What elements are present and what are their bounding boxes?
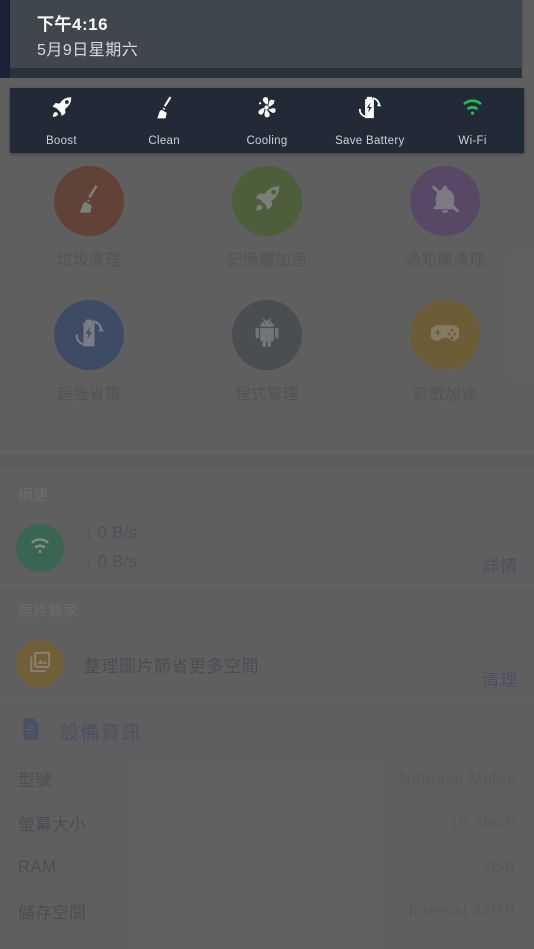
device-info-row: RAM 3GB [18,845,516,889]
device-info-key: 螢幕大小 [18,816,87,834]
feature-icon-circle [232,300,302,370]
document-icon [20,716,60,747]
device-info-value: 3GB [481,857,516,876]
section-separator [0,454,534,470]
quick-tile-label: Cooling [246,135,288,147]
notification-clock-panel[interactable]: 下午4:16 5月9日星期六 [10,0,522,68]
status-bar-strip [0,0,10,78]
device-info-value: Internal 32GB [408,901,516,920]
photo-manager-text: 整理圖片節省更多空間 [84,656,259,676]
device-info-row: 螢幕大小 10.3Inch [18,801,516,845]
quick-tile-cooling[interactable]: Cooling [216,94,319,147]
device-info-value: Netease MuMu [399,769,516,788]
feature-icon-circle [54,300,124,370]
notification-time: 下午4:16 [37,15,109,34]
broom-icon [151,94,178,135]
upload-speed: ↑ 0 B/s [84,553,138,571]
feature-item-super-battery[interactable]: 超強省電 [0,300,178,404]
feature-item-app-manager[interactable]: 程式管理 [178,300,356,404]
network-details-button[interactable]: 詳情 [468,552,518,585]
notification-date: 5月9日星期六 [37,42,139,59]
quick-tile-label: Wi-Fi [458,135,487,147]
broom-icon [72,182,106,221]
device-info-title: 設備資訊 [60,723,143,744]
notification-drag-handle[interactable] [10,68,522,78]
feature-item-memory-boost[interactable]: 記憶體加速 [178,166,356,270]
wifi-icon [459,94,486,135]
gamepad-icon [428,316,462,355]
device-info-key: 型號 [18,772,53,790]
feature-icon-circle [410,166,480,236]
battery-bolt-icon [72,316,106,355]
photo-manager-section: 照片管家 整理圖片節省更多空間 清理 [0,586,534,701]
wifi-icon [27,533,53,564]
device-info-key: RAM [18,857,57,876]
feature-icon-circle [410,300,480,370]
quick-tile-wifi[interactable]: Wi-Fi [421,94,524,147]
feature-label: 超強省電 [56,386,121,403]
feature-grid: 垃圾清理 記憶體加速 通知欄清理 超強省電 程式管理 遊戲加速 [0,160,534,454]
photo-icon [27,649,53,680]
device-info-row: 型號 Netease MuMu [18,757,516,801]
feature-icon-circle [232,166,302,236]
photo-manager-title: 照片管家 [18,604,79,620]
quick-tile-save-battery[interactable]: Save Battery [318,94,421,147]
quick-tile-boost[interactable]: Boost [10,94,113,147]
rocket-icon [48,94,75,135]
download-speed: ↓ 0 B/s [84,524,138,542]
photo-icon-circle [16,640,64,688]
device-info-row: 儲存空間 Internal 32GB [18,889,516,933]
feature-label: 通知欄清理 [404,252,485,269]
network-speed-section: 網速 ↓ 0 B/s ↑ 0 B/s 詳情 [0,470,534,585]
feature-label: 遊戲加速 [412,386,477,403]
battery-bolt-icon [356,94,383,135]
fan-icon [253,94,280,135]
network-speed-values: ↓ 0 B/s ↑ 0 B/s [84,519,468,577]
feature-icon-circle [54,166,124,236]
network-speed-title: 網速 [18,488,49,504]
wifi-icon-circle [16,524,64,572]
feature-item-notification-clean[interactable]: 通知欄清理 [356,166,534,270]
quick-tile-label: Clean [148,135,180,147]
photo-manager-text-wrap: 整理圖片節省更多空間 [84,652,468,677]
android-icon [250,316,284,355]
feature-item-junk-clean[interactable]: 垃圾清理 [0,166,178,270]
device-info-key: 儲存空間 [18,904,87,922]
photo-manager-row[interactable]: 整理圖片節省更多空間 清理 [16,627,518,701]
feature-label: 垃圾清理 [56,252,121,269]
bell-off-icon [428,182,462,221]
feature-label: 程式管理 [234,386,299,403]
quick-tile-label: Save Battery [335,135,405,147]
network-speed-row[interactable]: ↓ 0 B/s ↑ 0 B/s 詳情 [16,511,518,585]
quick-settings-panel: Boost Clean Cooling Save Battery Wi-Fi [10,88,524,153]
quick-tile-clean[interactable]: Clean [113,94,216,147]
device-info-header: 設備資訊 [18,702,516,757]
feature-label: 記憶體加速 [226,252,307,269]
device-info-value: 10.3Inch [449,813,516,832]
feature-item-game-boost[interactable]: 遊戲加速 [356,300,534,404]
rocket-icon [250,182,284,221]
device-info-section: 設備資訊 型號 Netease MuMu 螢幕大小 10.3Inch RAM 3… [0,702,534,933]
quick-tile-label: Boost [45,135,77,147]
photo-manager-clean-button[interactable]: 清理 [468,666,518,701]
